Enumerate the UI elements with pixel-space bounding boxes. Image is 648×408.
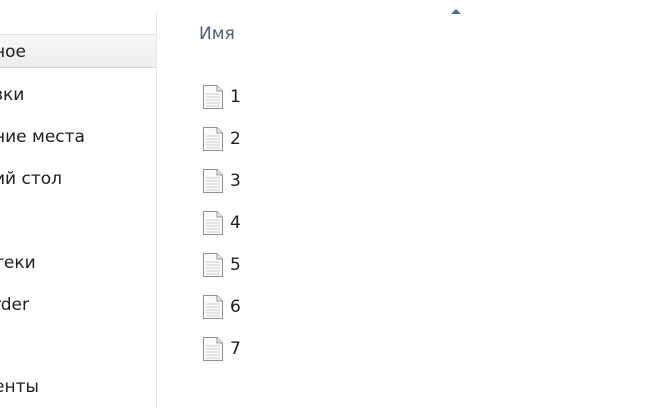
text-file-icon: [203, 295, 223, 319]
column-header-name[interactable]: Имя: [199, 24, 235, 44]
file-item[interactable]: 6: [202, 290, 241, 324]
file-name: 2: [230, 129, 241, 149]
file-name: 6: [230, 297, 241, 317]
file-item[interactable]: 5: [202, 248, 241, 282]
file-item[interactable]: 2: [202, 122, 241, 156]
text-file-icon: [203, 337, 223, 361]
nav-item-folder[interactable]: rder: [0, 288, 156, 322]
file-item[interactable]: 4: [202, 206, 241, 240]
nav-item-libraries[interactable]: теки: [0, 246, 156, 280]
file-name: 1: [230, 87, 241, 107]
nav-item-desktop[interactable]: ий стол: [0, 162, 156, 196]
file-name: 3: [230, 171, 241, 191]
file-item[interactable]: 3: [202, 164, 241, 198]
nav-item-documents[interactable]: енты: [0, 370, 156, 404]
file-item[interactable]: 1: [202, 80, 241, 114]
file-name: 5: [230, 255, 241, 275]
text-file-icon: [203, 169, 223, 193]
file-name: 7: [230, 339, 241, 359]
file-item[interactable]: 7: [202, 332, 241, 366]
navigation-pane: ное зки ние места ий стол теки rder енты: [0, 0, 157, 408]
explorer-window: ное зки ние места ий стол теки rder енты…: [0, 0, 648, 408]
text-file-icon: [203, 85, 223, 109]
file-list-pane: Имя 1 2 3 4 5 6 7: [158, 0, 648, 408]
sort-ascending-icon[interactable]: [451, 9, 461, 14]
nav-item-favorites[interactable]: ное: [0, 34, 156, 68]
nav-item-recent-places[interactable]: ние места: [0, 120, 156, 154]
nav-item-downloads[interactable]: зки: [0, 78, 156, 112]
text-file-icon: [203, 211, 223, 235]
text-file-icon: [203, 253, 223, 277]
file-name: 4: [230, 213, 241, 233]
text-file-icon: [203, 127, 223, 151]
